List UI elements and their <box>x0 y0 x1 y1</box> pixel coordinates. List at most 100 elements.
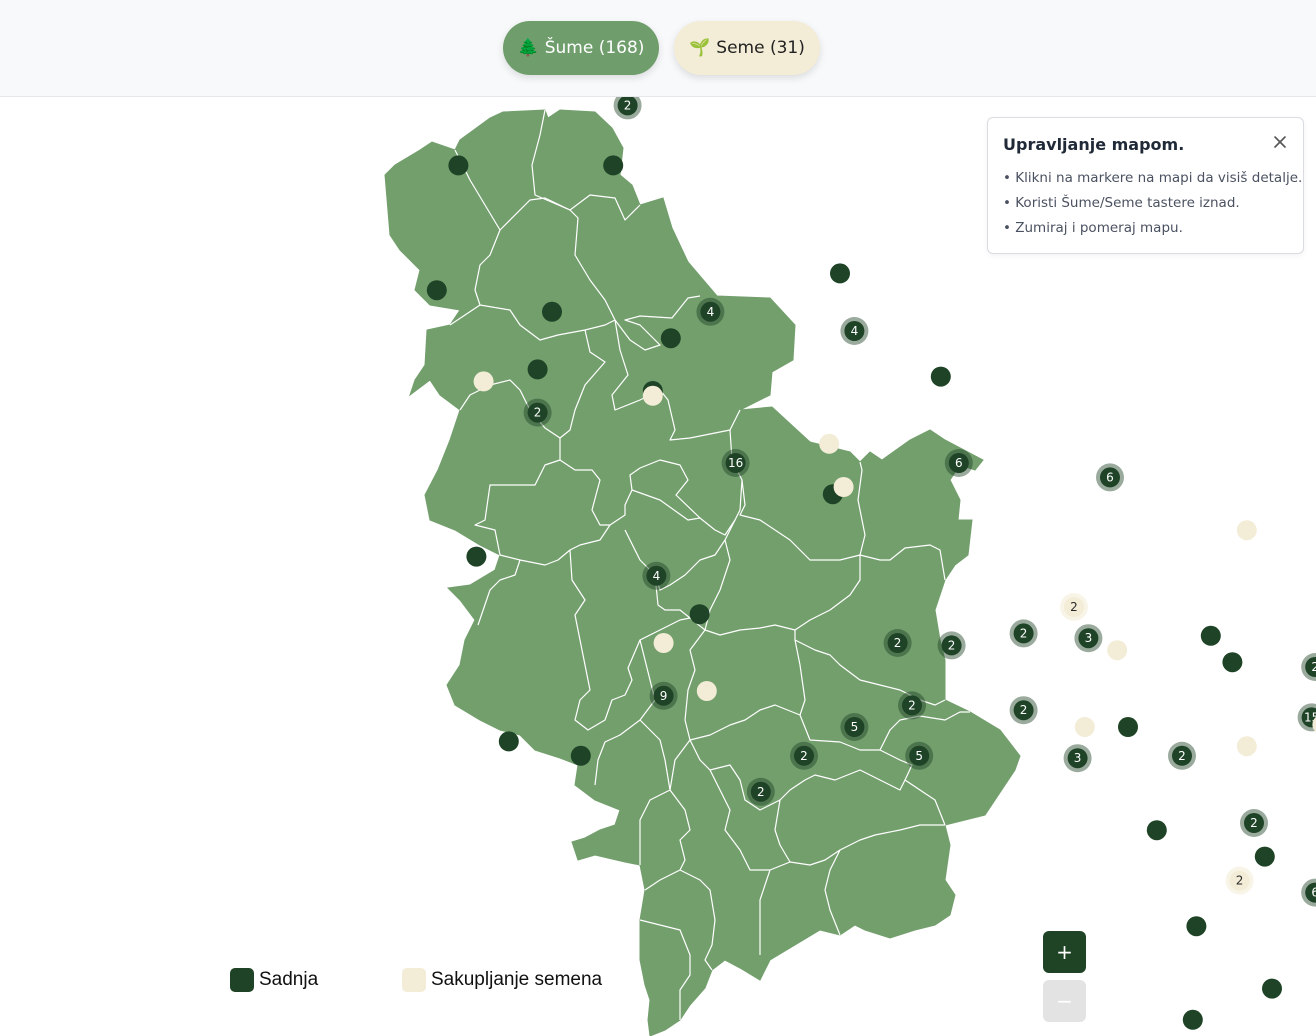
planting-marker[interactable] <box>498 731 519 752</box>
seed-marker[interactable] <box>833 477 854 497</box>
marker-count: 4 <box>653 569 661 583</box>
marker-count: 2 <box>1250 816 1258 830</box>
marker-count: 3 <box>1074 751 1082 765</box>
marker-dot <box>448 155 469 176</box>
help-line: • Zumiraj i pomeraj mapu. <box>1003 220 1183 236</box>
seeds-tab[interactable]: 🌱 Seme (31) <box>674 21 820 75</box>
planting-marker[interactable] <box>930 366 951 387</box>
seed-marker[interactable] <box>653 633 674 653</box>
planting-marker[interactable] <box>527 359 548 380</box>
marker-count: 2 <box>1311 660 1316 674</box>
marker-count: 4 <box>707 305 715 319</box>
zoom-out-button[interactable]: − <box>1043 980 1086 1022</box>
forests-tab[interactable]: 🌲 Šume (168) <box>503 21 659 75</box>
planting-marker[interactable]: 9 <box>649 681 678 710</box>
planting-marker[interactable] <box>1186 916 1207 937</box>
legend-label-planting: Sadnja <box>259 969 319 990</box>
seedling-icon: 🌱 <box>689 38 711 58</box>
marker-dot <box>1236 520 1257 541</box>
marker-count: 6 <box>1106 470 1114 484</box>
planting-marker[interactable]: 2 <box>898 691 926 720</box>
marker-count: 2 <box>894 636 902 650</box>
planting-marker[interactable]: 3 <box>1063 744 1092 773</box>
planting-marker[interactable] <box>1222 652 1243 673</box>
help-line: • Klikni na markere na mapi da visiš det… <box>1003 170 1303 186</box>
marker-dot <box>1186 916 1207 937</box>
marker-count: 2 <box>1020 703 1028 717</box>
marker-count: 9 <box>660 689 668 703</box>
planting-marker[interactable]: 2 <box>1168 741 1196 770</box>
planting-marker[interactable] <box>570 745 591 766</box>
planting-marker[interactable] <box>448 155 469 176</box>
planting-marker[interactable]: 2 <box>1009 619 1038 648</box>
marker-dot <box>833 477 854 497</box>
marker-dot <box>1262 978 1282 999</box>
marker-count: 4 <box>851 324 859 338</box>
planting-marker[interactable]: 3 <box>1074 624 1103 653</box>
planting-marker[interactable]: 6 <box>1301 878 1316 907</box>
planting-marker[interactable]: 5 <box>840 713 869 741</box>
planting-marker[interactable]: 2 <box>1301 653 1316 681</box>
marker-count: 2 <box>1070 600 1078 614</box>
planting-marker[interactable]: 16 <box>721 449 750 477</box>
seed-marker[interactable]: 2 <box>1225 866 1254 895</box>
close-icon[interactable] <box>1272 134 1288 150</box>
planting-marker[interactable] <box>1118 717 1138 737</box>
marker-count: 2 <box>948 638 956 652</box>
marker-dot <box>689 604 710 625</box>
seeds-tab-label: Seme (31) <box>716 38 805 58</box>
zoom-in-button[interactable]: + <box>1043 931 1086 973</box>
planting-marker[interactable] <box>1146 820 1167 841</box>
marker-dot <box>1200 625 1221 646</box>
planting-marker[interactable] <box>1182 1009 1203 1030</box>
planting-marker[interactable]: 2 <box>613 97 642 120</box>
seed-marker[interactable] <box>642 385 663 406</box>
marker-dot <box>1222 652 1243 673</box>
planting-marker[interactable]: 6 <box>944 449 973 477</box>
planting-marker[interactable]: 4 <box>840 317 869 345</box>
seed-marker[interactable] <box>696 681 717 701</box>
marker-count: 2 <box>624 98 632 112</box>
planting-marker[interactable] <box>466 546 487 567</box>
seed-marker[interactable] <box>1107 640 1128 661</box>
planting-marker[interactable]: 2 <box>523 398 552 427</box>
planting-marker[interactable] <box>1262 978 1282 999</box>
planting-marker[interactable]: 2 <box>1009 696 1038 725</box>
marker-dot <box>660 328 681 349</box>
planting-marker[interactable] <box>1200 625 1221 646</box>
planting-marker[interactable] <box>426 280 447 301</box>
planting-marker[interactable]: 2 <box>746 777 775 806</box>
planting-marker[interactable] <box>603 155 624 176</box>
planting-marker[interactable]: 5 <box>905 741 934 770</box>
marker-dot <box>696 681 717 701</box>
seed-marker[interactable]: 2 <box>1060 593 1088 621</box>
planting-marker[interactable]: 4 <box>642 561 671 590</box>
planting-marker[interactable] <box>542 301 562 322</box>
marker-count: 6 <box>955 456 963 470</box>
planting-marker[interactable]: 6 <box>1096 463 1124 492</box>
planting-marker[interactable]: 2 <box>790 741 818 770</box>
planting-marker[interactable]: 2 <box>1240 809 1268 837</box>
planting-marker[interactable]: 4 <box>696 297 725 326</box>
marker-count: 5 <box>915 749 923 763</box>
seed-marker[interactable] <box>1236 520 1257 541</box>
tree-icon: 🌲 <box>517 38 539 58</box>
marker-dot <box>498 731 519 752</box>
marker-dot <box>930 366 951 387</box>
planting-marker[interactable]: 2 <box>937 631 966 660</box>
seed-marker[interactable] <box>473 371 494 392</box>
marker-dot <box>570 745 591 766</box>
seed-marker[interactable] <box>819 433 840 454</box>
seed-marker[interactable] <box>1074 717 1095 737</box>
planting-marker[interactable] <box>660 328 681 349</box>
planting-marker[interactable] <box>689 604 710 625</box>
help-title: Upravljanje mapom. <box>1003 135 1185 154</box>
map-help-panel: Upravljanje mapom. • Klikni na markere n… <box>987 117 1304 254</box>
marker-dot <box>830 263 850 284</box>
legend-label-seed-collection: Sakupljanje semena <box>431 969 603 990</box>
marker-count: 16 <box>728 456 743 470</box>
seed-marker[interactable] <box>1236 736 1257 757</box>
planting-marker[interactable] <box>1254 846 1275 867</box>
planting-marker[interactable]: 2 <box>883 629 912 657</box>
planting-marker[interactable] <box>830 263 850 284</box>
